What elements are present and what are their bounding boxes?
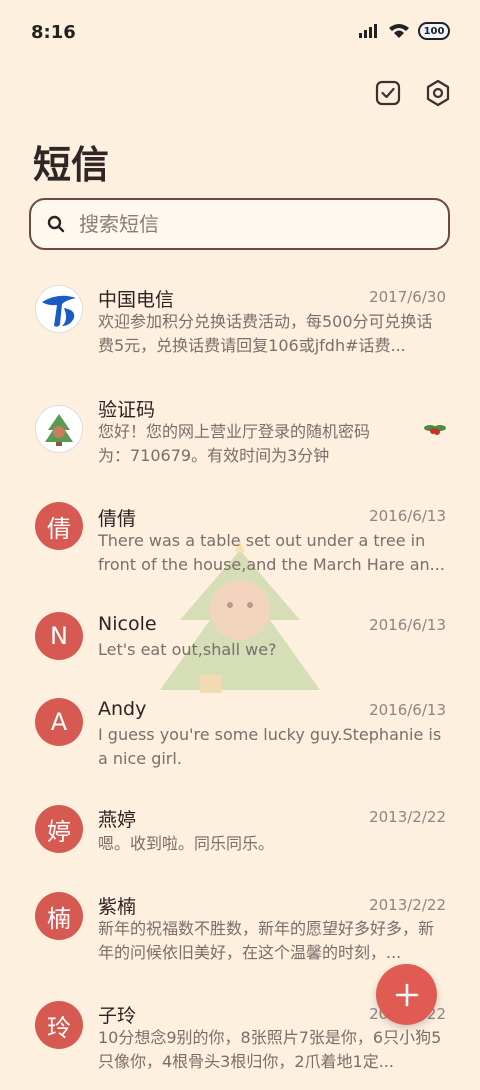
message-preview: There was a table set out under a tree i… xyxy=(98,531,445,574)
avatar: 婷 xyxy=(35,805,83,853)
avatar: 倩 xyxy=(35,502,83,550)
avatar: N xyxy=(35,612,83,660)
battery-icon: 100 xyxy=(418,22,450,40)
checkbox-icon xyxy=(375,80,401,106)
holly-icon xyxy=(424,420,446,442)
avatar xyxy=(35,405,83,453)
message-date: 2016/6/13 xyxy=(369,701,446,719)
message-date: 2016/6/13 xyxy=(369,507,446,525)
status-time: 8:16 xyxy=(31,22,76,43)
top-actions xyxy=(373,78,453,108)
contact-name: 燕婷 xyxy=(98,809,137,831)
new-message-button[interactable] xyxy=(376,964,437,1025)
message-preview: I guess you're some lucky guy.Stephanie … xyxy=(98,725,442,768)
message-preview: 新年的祝福数不胜数，新年的愿望好多好多，新年的问候依旧美好，在这个温馨的时刻，.… xyxy=(98,919,435,962)
status-icons: 100 xyxy=(358,22,450,40)
status-bar: 8:16 100 xyxy=(0,0,480,66)
china-telecom-logo-icon xyxy=(36,286,82,332)
message-preview: Let's eat out,shall we? xyxy=(98,640,277,659)
avatar: 楠 xyxy=(35,892,83,940)
contact-name: 子玲 xyxy=(98,1005,137,1027)
plus-icon xyxy=(395,983,418,1006)
contact-name: 紫楠 xyxy=(98,896,137,918)
christmas-tree-icon xyxy=(37,407,81,451)
contact-name: Andy xyxy=(98,698,147,720)
contact-name: 验证码 xyxy=(98,399,156,421)
page-title: 短信 xyxy=(33,143,110,187)
contact-name: Nicole xyxy=(98,613,157,635)
select-checkbox-button[interactable] xyxy=(373,78,403,108)
avatar: 玲 xyxy=(35,1001,83,1049)
message-date: 2013/2/22 xyxy=(369,896,446,914)
list-item[interactable]: A Andy 2016/6/13 I guess you're some luc… xyxy=(0,688,480,788)
message-date: 2016/6/13 xyxy=(369,616,446,634)
list-item[interactable]: 倩 倩倩 2016/6/13 There was a table set out… xyxy=(0,490,480,590)
search-bar[interactable] xyxy=(29,198,450,250)
list-item[interactable]: 验证码 您好！您的网上营业厅登录的随机密码为：710679。有效时间为3分钟 xyxy=(0,380,480,480)
gear-icon xyxy=(426,79,450,107)
message-preview: 您好！您的网上营业厅登录的随机密码为：710679。有效时间为3分钟 xyxy=(98,422,371,465)
settings-button[interactable] xyxy=(423,78,453,108)
message-date: 2017/6/30 xyxy=(369,288,446,306)
search-icon xyxy=(47,215,65,233)
message-preview: 欢迎参加积分兑换话费活动，每500分可兑换话费5元，兑换话费请回复106或jfd… xyxy=(98,312,433,355)
avatar: A xyxy=(35,698,83,746)
avatar xyxy=(35,285,83,333)
wifi-icon xyxy=(389,24,409,38)
search-input[interactable] xyxy=(77,211,411,237)
signal-icon xyxy=(359,24,377,38)
list-item[interactable]: 中国电信 2017/6/30 欢迎参加积分兑换话费活动，每500分可兑换话费5元… xyxy=(0,270,480,370)
message-preview: 嗯。收到啦。同乐同乐。 xyxy=(98,834,275,853)
contact-name: 倩倩 xyxy=(98,508,137,530)
contact-name: 中国电信 xyxy=(98,289,175,311)
message-date: 2013/2/22 xyxy=(369,808,446,826)
list-item[interactable]: N Nicole 2016/6/13 Let's eat out,shall w… xyxy=(0,600,480,700)
